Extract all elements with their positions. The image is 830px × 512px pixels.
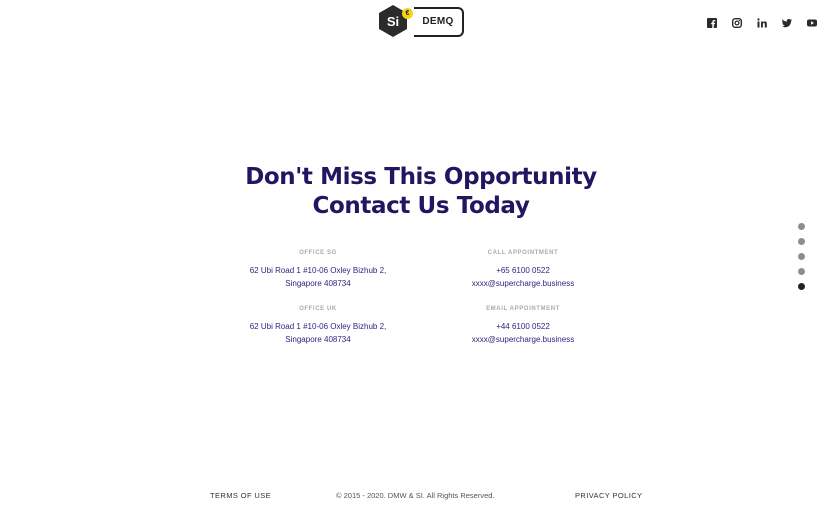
linkedin-icon[interactable]: [757, 18, 767, 28]
slide-dot-4[interactable]: [798, 268, 805, 275]
page-footer: TERMS OF USE © 2015 - 2020. DMW & SI. Al…: [0, 491, 830, 503]
copyright-text: © 2015 - 2020. DMW & SI. All Rights Rese…: [336, 491, 495, 500]
office-sg-block: OFFICE SG 62 Ubi Road 1 #10-06 Oxley Biz…: [238, 250, 398, 290]
email-appointment-block: EMAIL APPOINTMENT +44 6100 0522 xxxx@sup…: [443, 306, 603, 346]
call-email-link[interactable]: xxxx@supercharge.business: [443, 278, 603, 291]
office-uk-block: OFFICE UK 62 Ubi Road 1 #10-06 Oxley Biz…: [238, 306, 398, 346]
call-appointment-block: CALL APPOINTMENT +65 6100 0522 xxxx@supe…: [443, 250, 603, 290]
page-headline: Don't Miss This Opportunity Contact Us T…: [0, 163, 830, 221]
social-links: [707, 18, 817, 28]
terms-of-use-link[interactable]: TERMS OF USE: [210, 491, 271, 500]
email-phone-link[interactable]: +44 6100 0522: [443, 321, 603, 334]
headline-line-2: Contact Us Today: [312, 193, 530, 219]
youtube-icon[interactable]: [807, 18, 817, 28]
office-sg-label: OFFICE SG: [299, 250, 337, 256]
slide-dot-1[interactable]: [798, 223, 805, 230]
headline-line-1: Don't Miss This Opportunity: [245, 164, 597, 190]
office-uk-address-line-1: 62 Ubi Road 1 #10-06 Oxley Bizhub 2,: [249, 322, 387, 331]
office-uk-label: OFFICE UK: [299, 306, 337, 312]
logo-hexagon: Si €: [377, 4, 413, 38]
instagram-icon[interactable]: [732, 18, 742, 28]
email-address-link[interactable]: xxxx@supercharge.business: [443, 334, 603, 347]
site-logo[interactable]: Si € DEMQ: [377, 4, 464, 38]
slide-dot-3[interactable]: [798, 253, 805, 260]
office-uk-address-line-2: Singapore 408734: [285, 334, 351, 344]
logo-text: DEMQ: [414, 6, 464, 37]
slide-dot-2[interactable]: [798, 238, 805, 245]
logo-badge: €: [402, 8, 413, 19]
office-sg-address-line-2: Singapore 408734: [285, 278, 351, 288]
slide-nav-dots: [798, 223, 805, 290]
office-sg-address-line-1: 62 Ubi Road 1 #10-06 Oxley Bizhub 2,: [249, 266, 387, 275]
slide-dot-5-active[interactable]: [798, 283, 805, 290]
call-phone-link[interactable]: +65 6100 0522: [443, 265, 603, 278]
call-appointment-label: CALL APPOINTMENT: [487, 250, 559, 256]
privacy-policy-link[interactable]: PRIVACY POLICY: [575, 491, 642, 500]
facebook-icon[interactable]: [707, 18, 717, 28]
email-appointment-label: EMAIL APPOINTMENT: [486, 306, 560, 312]
twitter-icon[interactable]: [782, 18, 792, 28]
